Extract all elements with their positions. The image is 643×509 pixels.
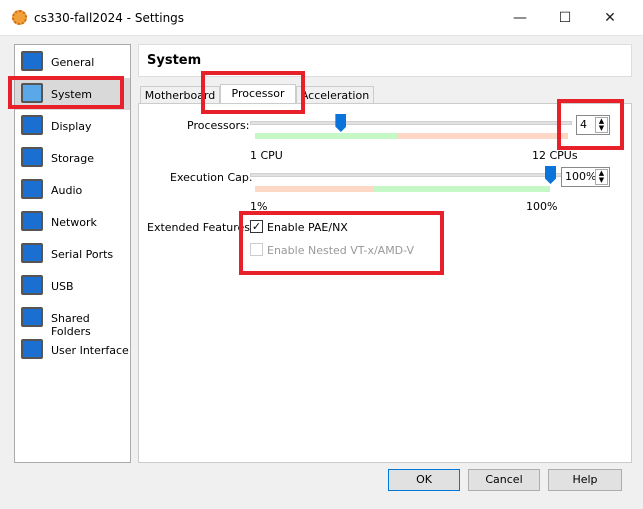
sidebar-item-label: Audio <box>51 184 83 197</box>
sidebar-item-general[interactable]: General <box>15 46 130 78</box>
cancel-button[interactable]: Cancel <box>468 469 540 491</box>
sidebar-item-usb[interactable]: USB <box>15 270 130 302</box>
processors-label: Processors: <box>187 119 250 132</box>
extended-features-label: Extended Features: <box>147 221 254 234</box>
shared-folders-icon <box>21 307 43 327</box>
usb-icon <box>21 275 43 295</box>
sidebar-item-label: Serial Ports <box>51 248 114 261</box>
ok-button[interactable]: OK <box>388 469 460 491</box>
sidebar-item-label: USB <box>51 280 74 293</box>
user-interface-icon <box>21 339 43 359</box>
help-button[interactable]: Help <box>548 469 622 491</box>
annotation-box-processor-tab <box>201 71 305 114</box>
sidebar-item-user-interface[interactable]: User Interface <box>15 334 130 366</box>
sidebar-item-label: Network <box>51 216 97 229</box>
execution-cap-slider[interactable] <box>250 173 572 177</box>
sidebar-item-network[interactable]: Network <box>15 206 130 238</box>
processors-slider[interactable] <box>250 121 572 125</box>
minimize-button[interactable]: — <box>505 6 535 30</box>
annotation-box-system <box>8 76 124 109</box>
execution-cap-spinbox[interactable]: 100% ▲ ▼ <box>561 167 610 187</box>
execution-cap-max-label: 100% <box>526 200 558 213</box>
storage-icon <box>21 147 43 167</box>
sidebar-item-label: Storage <box>51 152 95 165</box>
network-icon <box>21 211 43 231</box>
close-button[interactable]: ✕ <box>595 6 625 30</box>
display-icon <box>21 115 43 135</box>
sidebar-item-label: Display <box>51 120 92 133</box>
sidebar-item-serial-ports[interactable]: Serial Ports <box>15 238 130 270</box>
sidebar-item-label: General <box>51 56 95 69</box>
audio-icon <box>21 179 43 199</box>
processors-max-label: 12 CPUs <box>532 149 578 162</box>
sidebar-item-label: User Interface <box>51 344 129 357</box>
page-title: System <box>147 53 202 68</box>
processors-min-label: 1 CPU <box>250 149 283 162</box>
execution-cap-label: Execution Cap: <box>170 171 253 184</box>
processors-scale <box>255 133 568 139</box>
annotation-box-extended-features <box>239 211 444 275</box>
sidebar-item-audio[interactable]: Audio <box>15 174 130 206</box>
title-bar: cs330-fall2024 - Settings — ☐ ✕ <box>0 0 643 36</box>
general-monitor-icon <box>21 51 43 71</box>
sidebar-item-display[interactable]: Display <box>15 110 130 142</box>
maximize-button[interactable]: ☐ <box>550 6 580 30</box>
sidebar-item-storage[interactable]: Storage <box>15 142 130 174</box>
annotation-box-processors-spinbox <box>557 99 624 150</box>
window-title: cs330-fall2024 - Settings <box>34 11 185 25</box>
sidebar-item-shared-folders[interactable]: Shared Folders <box>15 302 130 338</box>
virtualbox-app-icon <box>12 10 27 25</box>
execution-cap-value: 100% <box>565 170 597 183</box>
spin-arrows-icon[interactable]: ▲ ▼ <box>595 169 608 185</box>
tab-acceleration[interactable]: Acceleration <box>296 86 374 104</box>
serial-ports-icon <box>21 243 43 263</box>
execution-cap-scale <box>255 186 550 192</box>
